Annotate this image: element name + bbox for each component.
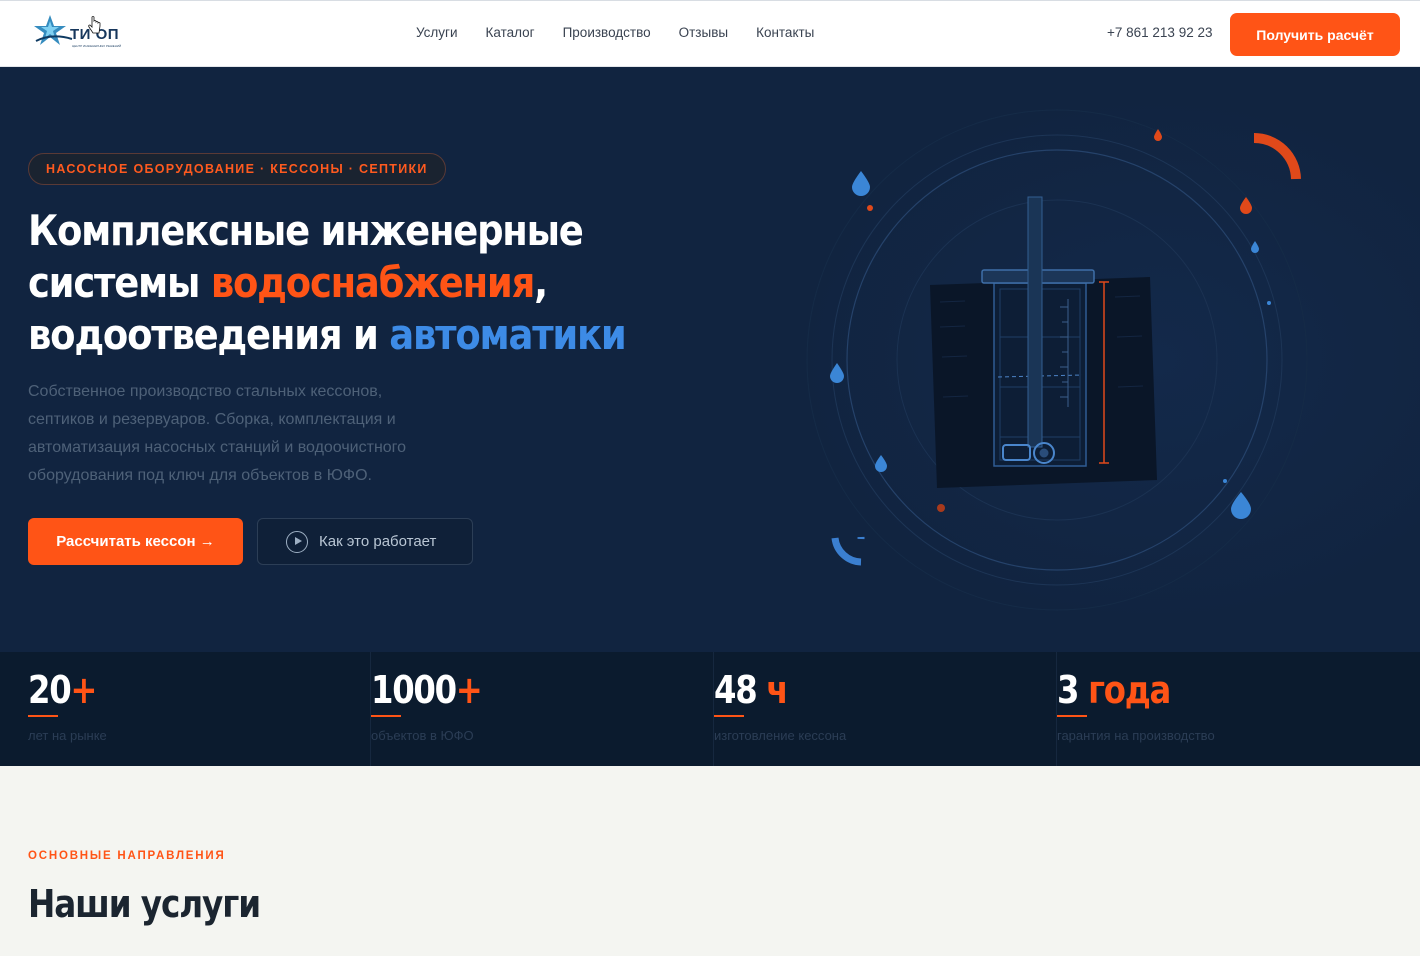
site-logo[interactable]: ТИ ОП ЦЕНТР ИНЖЕНЕРНЫХ РЕШЕНИЙ [32, 13, 128, 53]
nav-item-production[interactable]: Производство [563, 25, 651, 40]
stat-years: 20+ лет на рынке [0, 652, 370, 766]
services-kicker: ОСНОВНЫЕ НАПРАВЛЕНИЯ [28, 850, 226, 862]
stat-warranty: 3 года гарантия на производство [1056, 652, 1399, 766]
cursor-hand-icon [88, 16, 101, 34]
how-it-works-button[interactable]: Как это работает [257, 518, 473, 565]
water-drop-icon [875, 455, 887, 472]
services-title: Наши услуги [28, 882, 261, 926]
stat-value: 3 года [1057, 668, 1171, 712]
headline-line-1: Комплексные инженерные [28, 206, 584, 255]
hero-section: НАСОСНОЕ ОБОРУДОВАНИЕ · КЕССОНЫ · СЕПТИК… [0, 67, 1420, 652]
water-drop-icon [852, 171, 870, 196]
main-nav: Услуги Каталог Производство Отзывы Конта… [416, 25, 814, 40]
nav-item-catalog[interactable]: Каталог [486, 25, 535, 40]
decor-dot [937, 504, 945, 512]
calculate-caisson-button[interactable]: Рассчитать кессон → [28, 518, 243, 565]
headline-accent-automation: автоматики [389, 310, 627, 359]
decor-dot [1267, 301, 1271, 305]
stat-number: 20 [28, 668, 72, 712]
logo-subtitle: ЦЕНТР ИНЖЕНЕРНЫХ РЕШЕНИЙ [72, 44, 122, 48]
stat-production-time: 48 ч изготовление кессона [713, 652, 1056, 766]
headline-accent-water-supply: водоснабжения [210, 258, 535, 307]
stat-objects: 1000+ объектов в ЮФО [370, 652, 713, 766]
hero-headline: Комплексные инженерные системы водоснабж… [28, 205, 627, 361]
stat-underline [28, 715, 58, 717]
water-drop-icon [1240, 197, 1252, 214]
stat-underline [1057, 715, 1087, 717]
stat-suffix: ч [756, 668, 788, 712]
water-drop-icon [1154, 129, 1162, 141]
blue-arc [831, 536, 865, 566]
stat-underline [371, 715, 401, 717]
stat-suffix: + [455, 668, 483, 712]
stat-number: 48 [714, 668, 758, 712]
stat-label: объектов в ЮФО [371, 728, 474, 743]
caisson-illustration [806, 109, 1308, 611]
caisson-pipe [1027, 196, 1043, 448]
site-header: ТИ ОП ЦЕНТР ИНЖЕНЕРНЫХ РЕШЕНИЙ Услуги Ка… [0, 0, 1420, 67]
stat-number: 1000 [371, 668, 457, 712]
stat-value: 1000+ [371, 668, 483, 712]
stat-number: 3 [1057, 668, 1079, 712]
water-drop-icon [1251, 241, 1259, 253]
how-it-works-label: Как это работает [319, 533, 437, 550]
decor-dot [867, 205, 873, 211]
stat-suffix: года [1078, 668, 1171, 712]
play-icon [286, 530, 308, 553]
stat-value: 20+ [28, 668, 97, 712]
hero-lead-text: Собственное производство стальных кессон… [28, 383, 407, 484]
pump-hub [1039, 448, 1049, 458]
get-quote-button[interactable]: Получить расчёт [1230, 13, 1400, 56]
stat-label: лет на рынке [28, 728, 107, 743]
water-drop-icon [1231, 492, 1251, 519]
nav-item-services[interactable]: Услуги [416, 25, 458, 40]
hero-category-pill: НАСОСНОЕ ОБОРУДОВАНИЕ · КЕССОНЫ · СЕПТИК… [28, 153, 446, 185]
headline-line-2-end: , [534, 258, 548, 307]
phone-link[interactable]: +7 861 213 92 23 [1107, 25, 1212, 40]
nav-item-reviews[interactable]: Отзывы [679, 25, 728, 40]
headline-line-3-start: водоотведения и [28, 310, 390, 359]
stats-bar: 20+ лет на рынке 1000+ объектов в ЮФО 48… [0, 652, 1420, 766]
nav-item-contacts[interactable]: Контакты [756, 25, 814, 40]
stat-value: 48 ч [714, 668, 789, 712]
stat-label: изготовление кессона [714, 728, 847, 743]
stat-suffix: + [70, 668, 97, 712]
headline-line-2-start: системы [28, 258, 211, 307]
stat-underline [714, 715, 744, 717]
decor-dot [1223, 479, 1227, 483]
orange-arc [1253, 133, 1301, 180]
stat-label: гарантия на производство [1057, 728, 1215, 743]
